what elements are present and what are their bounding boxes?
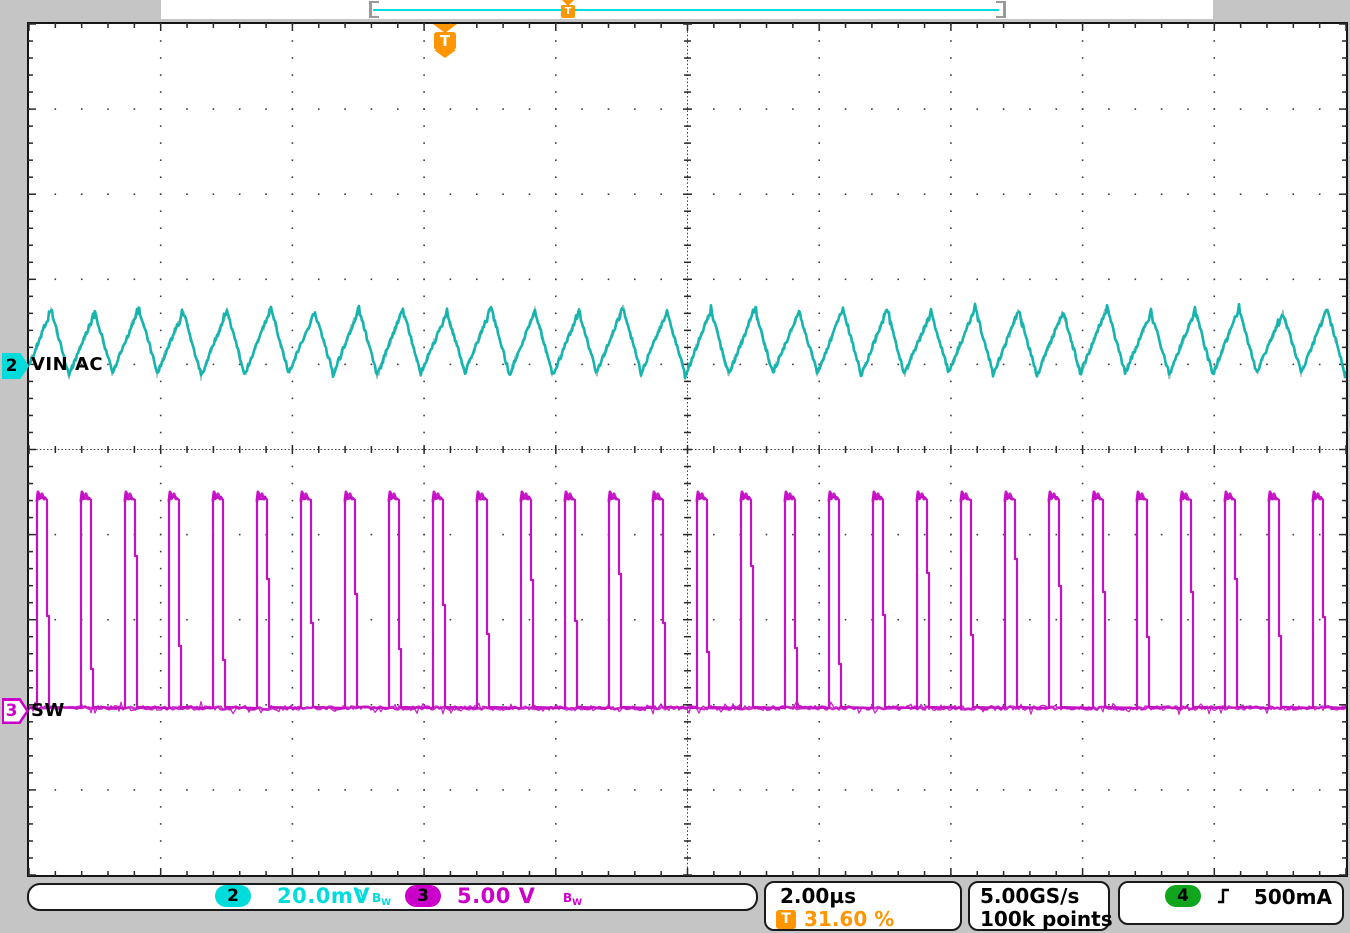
oscilloscope-screen: T T 2 3 VIN AC SW 2 20.0mV ∿ BW 3 5.00 V…: [0, 0, 1350, 933]
ch2-marker-number: 2: [2, 356, 21, 376]
ch3-position-marker[interactable]: 3: [2, 698, 29, 724]
sample-rate-readout: 5.00GS/s: [980, 884, 1079, 908]
trigger-level-readout: 500mA: [1254, 885, 1332, 909]
overview-record-line: [373, 9, 999, 11]
ch2-bandwidth-icon: BW: [372, 887, 391, 908]
graticule-area: [27, 22, 1348, 877]
ch2-badge: 2: [215, 885, 251, 907]
ch3-scale-readout: 5.00 V: [457, 885, 535, 908]
overview-trigger-marker[interactable]: T: [561, 0, 575, 18]
trigger-t-icon: T: [561, 5, 575, 18]
trigger-position-readout: 31.60 %: [804, 907, 894, 931]
ch3-trace-label: SW: [31, 700, 65, 721]
flag-tip: [434, 50, 456, 58]
timebase-readout: 2.00µs: [780, 884, 856, 908]
ch3-marker-number: 3: [2, 701, 21, 721]
ch3-bandwidth-icon: BW: [563, 887, 582, 908]
horizontal-readout-box[interactable]: 2.00µs T 31.60 %: [764, 881, 962, 931]
ch2-trace-label: VIN AC: [31, 354, 103, 375]
ch3-badge: 3: [405, 885, 441, 907]
trigger-readout-box[interactable]: 4 500mA: [1118, 881, 1344, 925]
ch4-badge: 4: [1165, 885, 1201, 907]
record-length-readout: 100k points: [980, 907, 1113, 931]
trigger-t-icon: T: [776, 910, 796, 929]
trigger-position-flag[interactable]: T: [433, 24, 457, 58]
ch2-ac-coupling-icon: ∿: [355, 884, 368, 902]
trigger-t-icon: T: [434, 32, 456, 50]
channel-readout-box[interactable]: 2 20.0mV ∿ BW 3 5.00 V BW: [27, 883, 758, 911]
ch2-position-marker[interactable]: 2: [2, 353, 29, 379]
rising-edge-icon: [1216, 887, 1232, 905]
acquisition-readout-box[interactable]: 5.00GS/s 100k points: [968, 881, 1110, 931]
